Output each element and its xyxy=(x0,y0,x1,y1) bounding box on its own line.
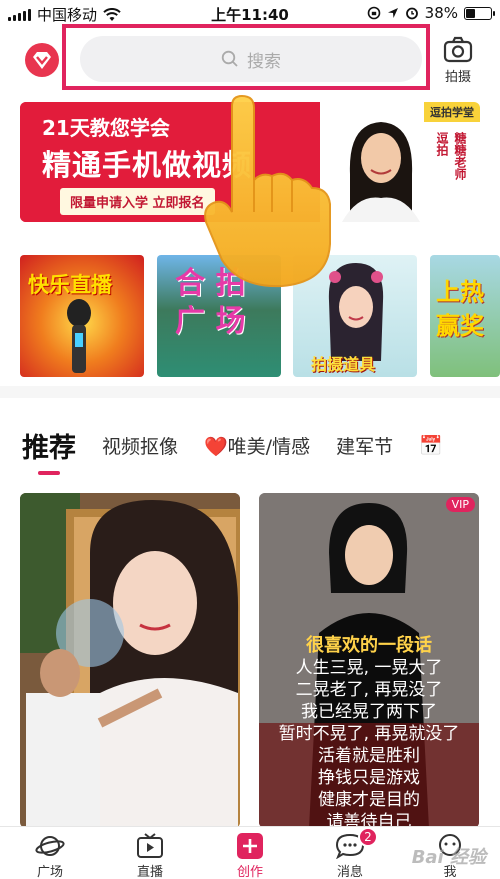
poem-line: 我已经晃了两下了 xyxy=(301,702,437,722)
battery-icon xyxy=(464,6,495,20)
poem-line: 人生三晃, 一晃大了 xyxy=(295,658,443,678)
search-icon xyxy=(221,50,238,67)
feed-card[interactable] xyxy=(20,493,240,828)
category-tabs: 推荐 视频抠像 ❤️唯美/情感 建军节 📅 xyxy=(22,420,500,475)
vip-badge: VIP xyxy=(445,497,475,512)
poem-title: 很喜欢的一段话 xyxy=(306,635,432,656)
nav-label: 广场 xyxy=(36,865,63,879)
feed-card-vip[interactable]: VIP 很喜欢的一段话 人生三晃, 一晃大了 二晃老了, 再晃没了 我已经晃了两… xyxy=(259,493,479,828)
nav-messages[interactable]: 2 消息 xyxy=(300,827,400,879)
tab-recommended[interactable]: 推荐 xyxy=(22,426,76,475)
app-logo-icon[interactable] xyxy=(24,42,60,78)
pointing-hand-icon xyxy=(204,94,331,288)
nav-label: 消息 xyxy=(336,865,363,879)
tab-army-day[interactable]: 建军节 xyxy=(336,432,393,459)
header: 搜索 拍摄 xyxy=(0,22,500,94)
banner-cta-button[interactable]: 限量申请入学 立即报名 xyxy=(60,188,215,215)
camera-label: 拍摄 xyxy=(444,70,471,85)
message-badge: 2 xyxy=(358,827,378,847)
banner-tag: 逗拍学堂 xyxy=(424,102,480,122)
plus-icon xyxy=(237,833,263,859)
alarm-icon xyxy=(405,7,418,20)
thumbnail-trending[interactable]: 上热 赢奖 xyxy=(430,255,500,377)
bottom-nav: 广场 直播 创作 2 消息 我 Bai 经验 xyxy=(0,826,500,879)
banner-teacher-photo xyxy=(342,122,420,222)
nav-create[interactable]: 创作 xyxy=(200,827,300,879)
poem-line: 健康才是目的 xyxy=(318,790,420,810)
planet-icon xyxy=(35,836,65,856)
nav-label: 直播 xyxy=(136,865,163,879)
poem-line: 暂时不晃了, 再晃就没了 xyxy=(278,724,460,744)
thumbnail-live[interactable]: 快乐直播 xyxy=(20,255,144,377)
poem-line: 活着就是胜利 xyxy=(318,746,420,766)
tv-icon xyxy=(137,833,163,858)
tab-video-matting[interactable]: 视频抠像 xyxy=(102,432,178,459)
search-placeholder: 搜索 xyxy=(247,51,281,72)
battery-percent: 38% xyxy=(424,4,458,22)
thumbnail-caption: 拍摄道具 xyxy=(311,355,376,374)
section-divider xyxy=(0,386,500,398)
thumbnail-caption: 上热 赢奖 xyxy=(436,278,484,340)
poem-text: 人生三晃, 一晃大了 二晃老了, 再晃没了 我已经晃了两下了 暂时不晃了, 再晃… xyxy=(259,657,479,828)
feed-card-image xyxy=(20,493,240,828)
microphone-icon xyxy=(67,299,91,373)
banner-line1: 21天教您学会 xyxy=(42,116,170,140)
poem-line: 挣钱只是游戏 xyxy=(318,768,420,788)
poem-line: 二晃老了, 再晃没了 xyxy=(295,680,443,700)
camera-button[interactable]: 拍摄 xyxy=(428,36,488,85)
banner-vertical-text-2: 糖糖老师 xyxy=(453,132,467,180)
location-icon xyxy=(387,8,398,18)
watermark: Bai 经验 xyxy=(411,847,486,868)
nav-square[interactable]: 广场 xyxy=(0,827,100,879)
camera-icon xyxy=(443,36,473,63)
banner-vertical-text-1: 逗拍 xyxy=(435,132,449,156)
search-input[interactable]: 搜索 xyxy=(80,36,422,82)
nav-live[interactable]: 直播 xyxy=(100,827,200,879)
thumbnail-caption: 快乐直播 xyxy=(28,273,112,297)
tab-aesthetic-emotion[interactable]: ❤️唯美/情感 xyxy=(204,432,310,459)
tab-calendar-icon[interactable]: 📅 xyxy=(419,434,443,457)
nav-label: 创作 xyxy=(236,865,263,879)
rotation-lock-icon xyxy=(367,6,380,20)
